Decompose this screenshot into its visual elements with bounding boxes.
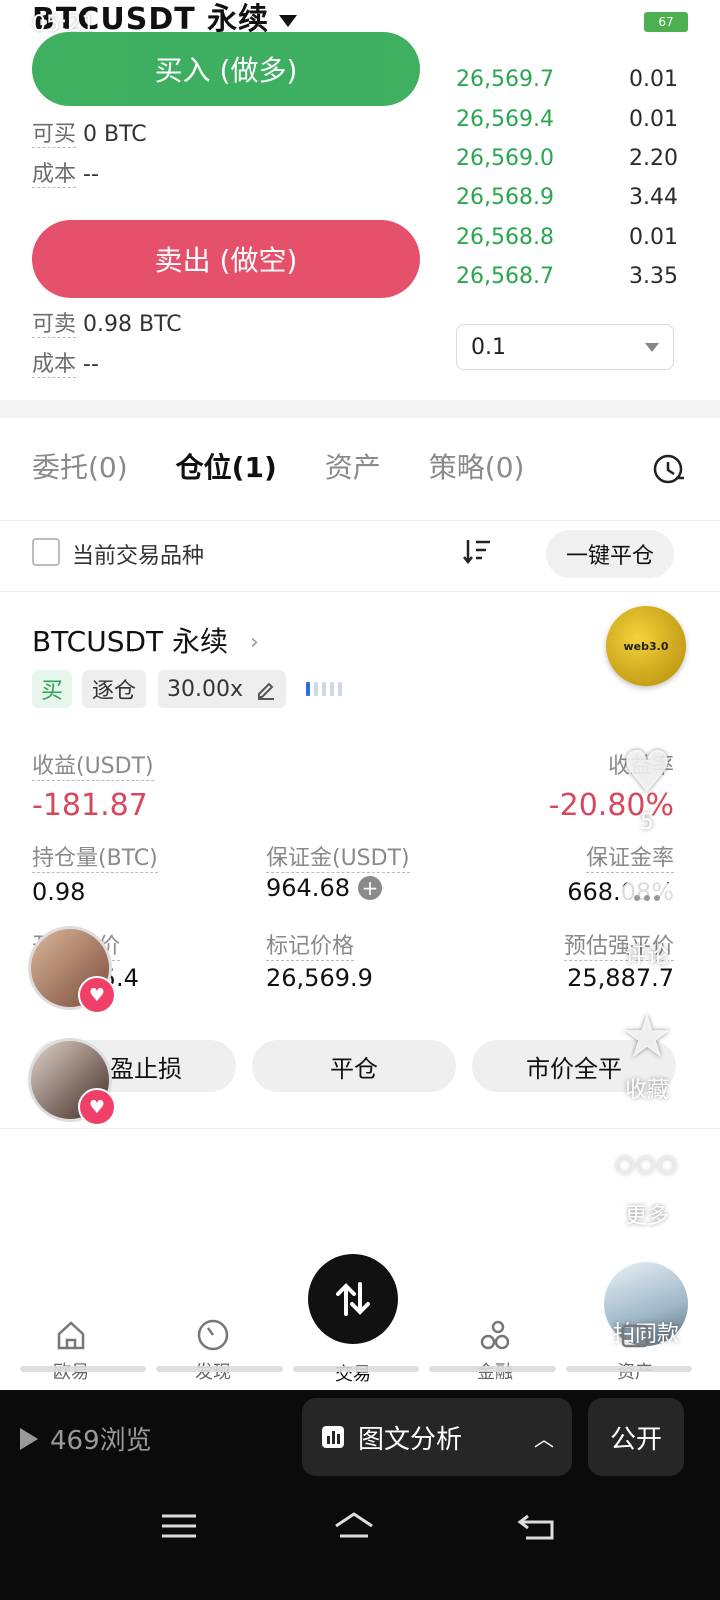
analysis-button[interactable]: 图文分析 ︿ xyxy=(302,1398,572,1476)
tab-orders[interactable]: 委托(0) xyxy=(32,446,128,486)
sell-available: 可卖 0.98 BTC xyxy=(32,312,182,338)
mute-icon xyxy=(524,13,542,31)
sort-icon[interactable] xyxy=(462,538,492,566)
close-position-button[interactable]: 平仓 xyxy=(252,1040,456,1092)
star-icon[interactable]: ★ xyxy=(612,1002,682,1072)
divider xyxy=(0,1128,720,1129)
history-clock-icon[interactable] xyxy=(652,452,686,486)
mark-price-label: 标记价格 xyxy=(266,928,355,961)
pnl-label: 收益(USDT) xyxy=(32,748,154,781)
buy-long-button[interactable]: 买入 (做多) xyxy=(32,32,420,106)
current-symbol-checkbox[interactable] xyxy=(32,538,60,566)
buy-available: 可买 0 BTC xyxy=(32,122,147,148)
discover-icon xyxy=(197,1319,229,1351)
tab-strategy[interactable]: 策略(0) xyxy=(429,446,525,486)
orderbook-row[interactable]: 26,569.7 0.01 xyxy=(456,60,678,99)
comment-icon[interactable] xyxy=(612,872,682,928)
comment-label: 评论 xyxy=(624,944,669,969)
orderbook-row[interactable]: 26,569.0 2.20 xyxy=(456,139,678,178)
sell-cost: 成本 -- xyxy=(32,352,99,378)
heart-icon[interactable]: ♥ xyxy=(78,1088,116,1126)
back-nav-icon[interactable] xyxy=(516,1508,560,1544)
tab-positions[interactable]: 仓位(1) xyxy=(176,446,277,486)
analysis-icon xyxy=(322,1426,344,1448)
orderbook-row[interactable]: 26,568.9 3.44 xyxy=(456,178,678,217)
battery-icon: 67 xyxy=(642,10,694,34)
mark-price-value: 26,569.9 xyxy=(266,964,373,992)
dropdown-caret-icon xyxy=(279,14,298,27)
position-tabs: 委托(0) 仓位(1) 资产 策略(0) xyxy=(32,446,524,486)
margin-mode-tag: 逐仓 xyxy=(82,670,146,708)
buy-cost: 成本 -- xyxy=(32,162,99,188)
edit-icon xyxy=(258,682,274,700)
close-all-button[interactable]: 一键平仓 xyxy=(546,530,674,578)
orderbook-row[interactable]: 26,568.8 0.01 xyxy=(456,218,678,257)
alarm-icon xyxy=(494,15,511,31)
menu-icon[interactable] xyxy=(158,1508,202,1544)
margin-value: 964.68 + xyxy=(266,874,382,902)
side-tag: 买 xyxy=(32,670,72,708)
finance-icon xyxy=(480,1320,510,1350)
size-value: 0.98 xyxy=(32,878,86,906)
nav-finance[interactable]: 金融 xyxy=(440,1318,550,1384)
nav-discover[interactable]: 发现 xyxy=(158,1318,268,1384)
net-speed: 7.10 KB/s xyxy=(552,12,576,31)
trade-icon xyxy=(336,1282,370,1316)
public-button[interactable]: 公开 xyxy=(588,1398,684,1476)
orderbook: 26,569.7 0.01 26,569.4 0.01 26,569.0 2.20 2… xyxy=(456,60,678,296)
home-icon xyxy=(57,1321,85,1350)
nav-assets[interactable]: 资产 xyxy=(580,1318,690,1384)
margin-rate-label: 保证金率 xyxy=(585,840,674,873)
like-count: 5 xyxy=(640,810,654,835)
section-divider xyxy=(0,400,720,418)
nav-home[interactable]: 欧易 xyxy=(16,1318,126,1384)
home-nav-icon[interactable] xyxy=(332,1508,376,1544)
chevron-right-icon[interactable]: › xyxy=(250,630,259,655)
nav-trade-button[interactable] xyxy=(308,1254,398,1344)
checkbox-label: 当前交易品种 xyxy=(72,544,205,569)
favorite-label: 收藏 xyxy=(624,1078,669,1103)
play-icon xyxy=(20,1427,38,1450)
more-icon[interactable]: ○○○ xyxy=(612,1152,682,1177)
orderbook-row[interactable]: 26,569.4 0.01 xyxy=(456,99,678,138)
nav-trade-label[interactable]: 交易 xyxy=(298,1360,408,1386)
orderbook-row[interactable]: 26,568.7 3.35 xyxy=(456,257,678,296)
position-symbol[interactable]: BTCUSDT 永续 xyxy=(32,620,228,660)
size-label: 持仓量(BTC) xyxy=(32,840,158,873)
signal-icon: 4G xyxy=(616,15,632,29)
hd-icon: HD xyxy=(585,15,607,29)
risk-level-bars xyxy=(306,682,342,696)
more-label: 更多 xyxy=(624,1204,669,1229)
pnl-value: -181.87 xyxy=(32,788,148,823)
views-count: 469浏览 xyxy=(20,1420,152,1457)
depth-select[interactable]: 0.1 xyxy=(456,324,674,370)
assets-icon xyxy=(621,1324,649,1348)
sell-short-button[interactable]: 卖出 (做空) xyxy=(32,220,420,298)
add-margin-icon[interactable]: + xyxy=(357,876,382,900)
story-progress-bar xyxy=(20,1366,693,1372)
like-heart-icon[interactable]: ♥ xyxy=(612,738,682,806)
chevron-down-icon xyxy=(645,342,659,352)
margin-label: 保证金(USDT) xyxy=(266,840,410,873)
chevron-up-icon: ︿ xyxy=(534,1426,554,1451)
leverage-tag[interactable]: 30.00x xyxy=(158,670,286,708)
tab-assets[interactable]: 资产 xyxy=(325,446,381,486)
heart-icon[interactable]: ♥ xyxy=(78,976,116,1014)
web3-badge-icon[interactable]: web3.0 xyxy=(606,606,686,686)
status-icons: 7.10 KB/s HD 4G 67 xyxy=(493,10,694,34)
